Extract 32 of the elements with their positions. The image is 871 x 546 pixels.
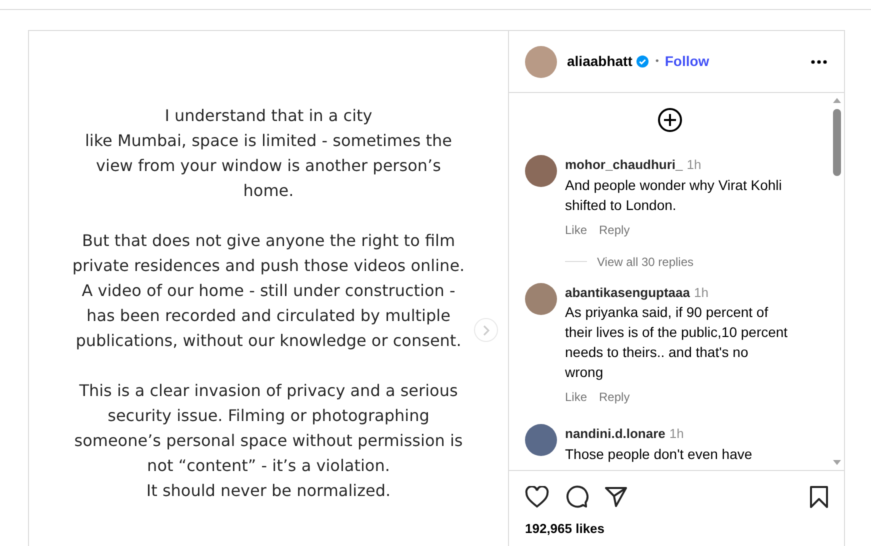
avatar[interactable] <box>525 155 557 187</box>
comment-time: 1h <box>694 284 708 302</box>
view-replies-link[interactable]: View all 30 replies <box>597 252 694 270</box>
bookmark-icon[interactable] <box>810 486 828 508</box>
comment-username[interactable]: abantikasenguptaaa <box>565 282 690 302</box>
post-text-paragraph: This is a clear invasion of privacy and a serious security issue. Filming or photographing someone’s personal space without permission is not “content” - it’s a violation. It should never be normalized. <box>74 380 463 502</box>
likes-count: 192,965 likes <box>525 520 606 538</box>
comment-icon[interactable] <box>565 485 589 509</box>
comment-text: And people wonder why Virat Kohli shifted to London. <box>565 176 783 214</box>
follow-link[interactable]: Follow <box>664 51 710 72</box>
comment-username[interactable]: nandini.d.lonare <box>565 424 666 444</box>
reply-link[interactable]: Reply <box>599 388 630 406</box>
comment-text: Those people don't even have <box>565 444 754 464</box>
post-text-paragraph: I understand that in a city like Mumbai, space is limited - sometimes the view from your window is another person’s home. <box>84 104 452 202</box>
avatar[interactable] <box>525 282 557 314</box>
username[interactable]: aliaabhatt <box>567 51 632 72</box>
like-link[interactable]: Like <box>565 220 588 238</box>
separator: • <box>655 55 659 69</box>
comment-time: 1h <box>669 425 684 443</box>
reply-link[interactable]: Reply <box>599 220 630 238</box>
heart-icon[interactable] <box>525 486 549 508</box>
avatar[interactable] <box>525 46 557 78</box>
post-text-paragraph: But that does not give anyone the right to film private residences and push those videos online. A video of our home - still under construction - has been recorded and circulated by multiple publications, without our knowledge or consent. <box>72 230 465 352</box>
comment-username[interactable]: mohor_chaudhuri_ <box>565 155 683 174</box>
like-link[interactable]: Like <box>565 388 588 406</box>
comment-time: 1h <box>686 156 702 174</box>
add-icon[interactable] <box>656 107 682 133</box>
send-icon[interactable] <box>605 487 627 507</box>
avatar[interactable] <box>525 424 557 456</box>
chevron-right-icon <box>482 324 490 336</box>
comment-text: As priyanka said, if 90 percent of their lives is of the public,10 percent needs to theirs.. and that's no wrong <box>565 303 789 382</box>
more-options-icon[interactable] <box>810 58 828 64</box>
